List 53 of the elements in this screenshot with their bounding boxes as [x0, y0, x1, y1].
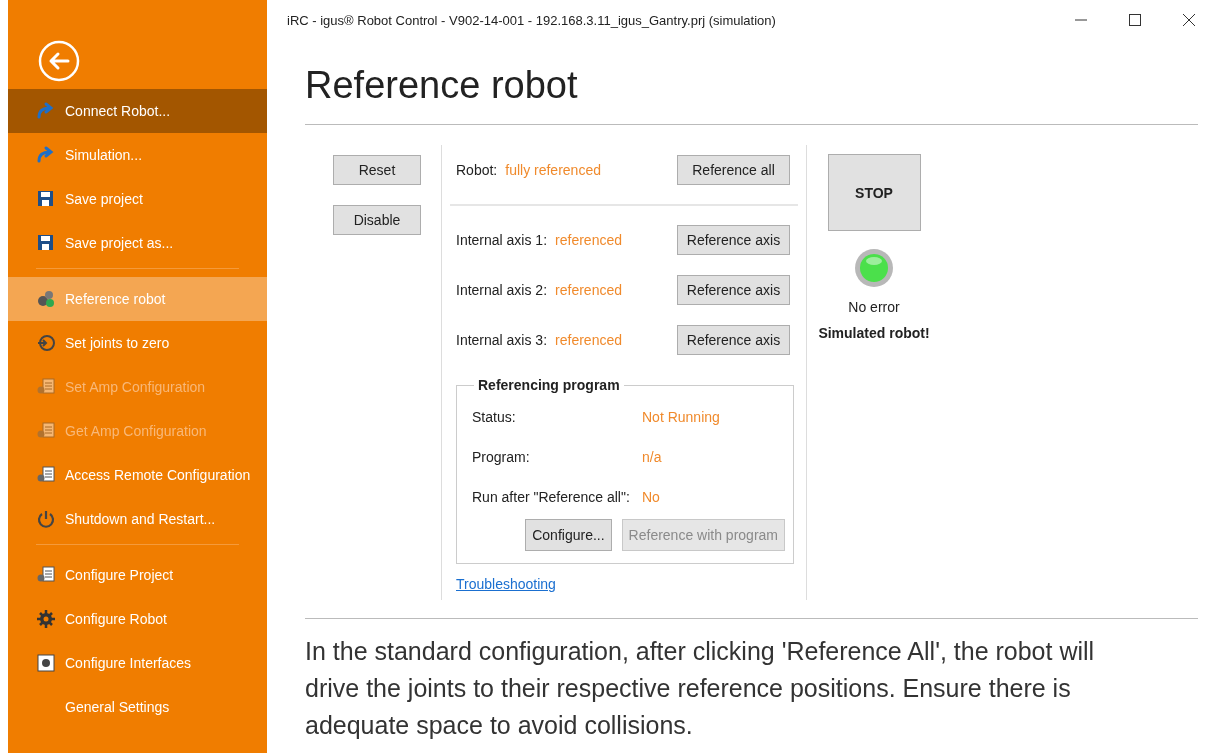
axis-status: referenced	[555, 282, 622, 298]
sidebar-item[interactable]: General Settings	[8, 685, 267, 729]
robot-label: Robot:	[456, 162, 498, 178]
document-icon	[36, 421, 56, 441]
document-icon	[36, 377, 56, 397]
group-title: Referencing program	[477, 377, 621, 393]
program-button[interactable]: Configure...	[525, 519, 612, 551]
sidebar-item[interactable]: Configure Interfaces	[8, 641, 267, 685]
arrow-icon	[36, 145, 56, 165]
reference-axis-button[interactable]: Reference axis	[677, 275, 790, 305]
sidebar-item[interactable]: Shutdown and Restart...	[8, 497, 267, 541]
document-icon	[36, 465, 56, 485]
sidebar-item[interactable]: Configure Robot	[8, 597, 267, 641]
axis-label: Internal axis 1:	[456, 232, 548, 248]
status-text: No error	[848, 299, 900, 315]
action-button[interactable]: Reset	[333, 155, 421, 185]
field-value: n/a	[642, 449, 662, 465]
page-heading: Reference robot	[305, 63, 579, 107]
sidebar-item[interactable]: Simulation...	[8, 133, 267, 177]
power-icon	[36, 509, 56, 529]
sidebar-item[interactable]: Set joints to zero	[8, 321, 267, 365]
window-title: iRC - igus® Robot Control - V902-14-001 - 192.168.3.11_igus_Gantry.prj (simulation)	[287, 13, 776, 28]
reference-axis-button[interactable]: Reference axis	[677, 225, 790, 255]
robot-status: fully referenced	[505, 162, 601, 178]
axis-label: Internal axis 3:	[456, 332, 548, 348]
close-icon[interactable]	[1182, 13, 1196, 27]
sidebar-item[interactable]: Save project	[8, 177, 267, 221]
sidebar-item[interactable]: Connect Robot...	[8, 89, 267, 133]
joint-zero-icon	[36, 333, 56, 353]
description-paragraph: In the standard configuration, after clicking 'Reference All', the robot will drive the joints to their respective reference positions. Ensure there is adequate space to avoid collisions.	[305, 636, 1096, 741]
floppy-pencil-icon	[36, 233, 56, 253]
reference-all-button[interactable]: Reference all	[677, 155, 790, 185]
sidebar-item[interactable]: Save project as...	[8, 221, 267, 265]
field-label: Status:	[472, 409, 517, 425]
field-value: Not Running	[642, 409, 720, 425]
troubleshooting-link[interactable]: Troubleshooting	[456, 576, 556, 592]
stop-button[interactable]: STOP	[827, 154, 921, 231]
gear-icon	[36, 609, 56, 629]
field-value: No	[642, 489, 660, 505]
sidebar-item[interactable]: Configure Project	[8, 553, 267, 597]
arrow-icon	[36, 101, 56, 121]
simulation-note: Simulated robot!	[818, 325, 930, 341]
sidebar-item[interactable]: Access Remote Configuration	[8, 453, 267, 497]
back-button[interactable]	[38, 40, 80, 82]
axis-status: referenced	[555, 332, 622, 348]
maximize-icon[interactable]	[1128, 13, 1142, 27]
field-label: Program:	[472, 449, 531, 465]
axis-status: referenced	[555, 232, 622, 248]
axis-label: Internal axis 2:	[456, 282, 548, 298]
action-button[interactable]: Disable	[333, 205, 421, 235]
reference-axis-button[interactable]: Reference axis	[677, 325, 790, 355]
field-label: Run after "Reference all":	[472, 489, 631, 505]
sidebar-item[interactable]: Reference robot	[8, 277, 267, 321]
